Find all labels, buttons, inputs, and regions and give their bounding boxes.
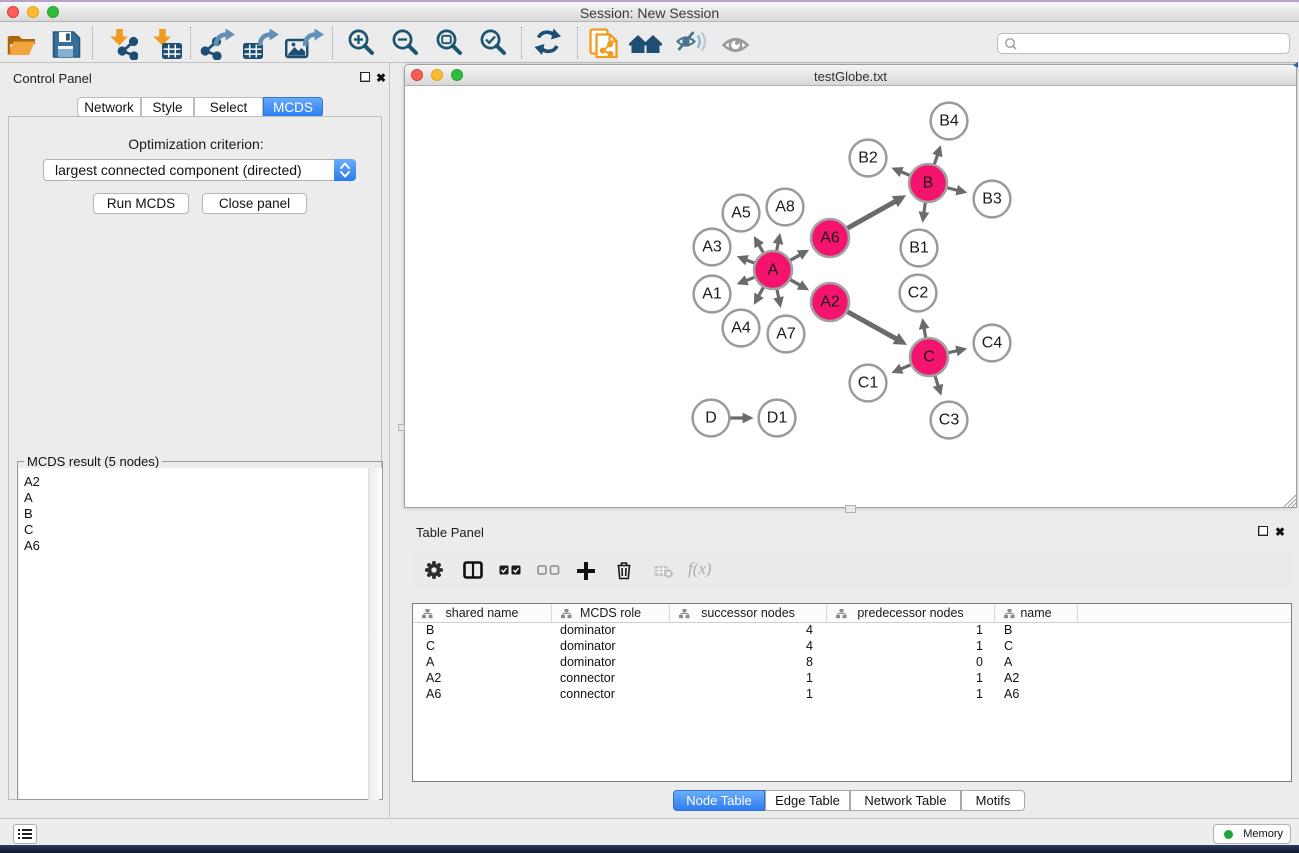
svg-text:C: C	[923, 349, 935, 366]
svg-text:D: D	[705, 410, 717, 427]
svg-text:C1: C1	[858, 375, 879, 392]
svg-text:A8: A8	[775, 199, 795, 216]
svg-text:B3: B3	[982, 191, 1002, 208]
svg-text:A2: A2	[820, 294, 840, 311]
svg-text:B: B	[923, 175, 934, 192]
svg-text:B1: B1	[909, 240, 929, 257]
svg-text:A7: A7	[776, 326, 796, 343]
svg-text:C2: C2	[908, 285, 929, 302]
svg-text:B4: B4	[939, 113, 959, 130]
svg-text:C3: C3	[939, 412, 960, 429]
svg-text:C4: C4	[982, 335, 1003, 352]
svg-text:A3: A3	[702, 239, 722, 256]
svg-text:A6: A6	[820, 230, 840, 247]
svg-text:D1: D1	[767, 410, 788, 427]
svg-text:A4: A4	[731, 320, 751, 337]
svg-text:A: A	[768, 262, 779, 279]
svg-text:A1: A1	[702, 286, 722, 303]
svg-text:B2: B2	[858, 150, 878, 167]
svg-text:A5: A5	[731, 205, 751, 222]
